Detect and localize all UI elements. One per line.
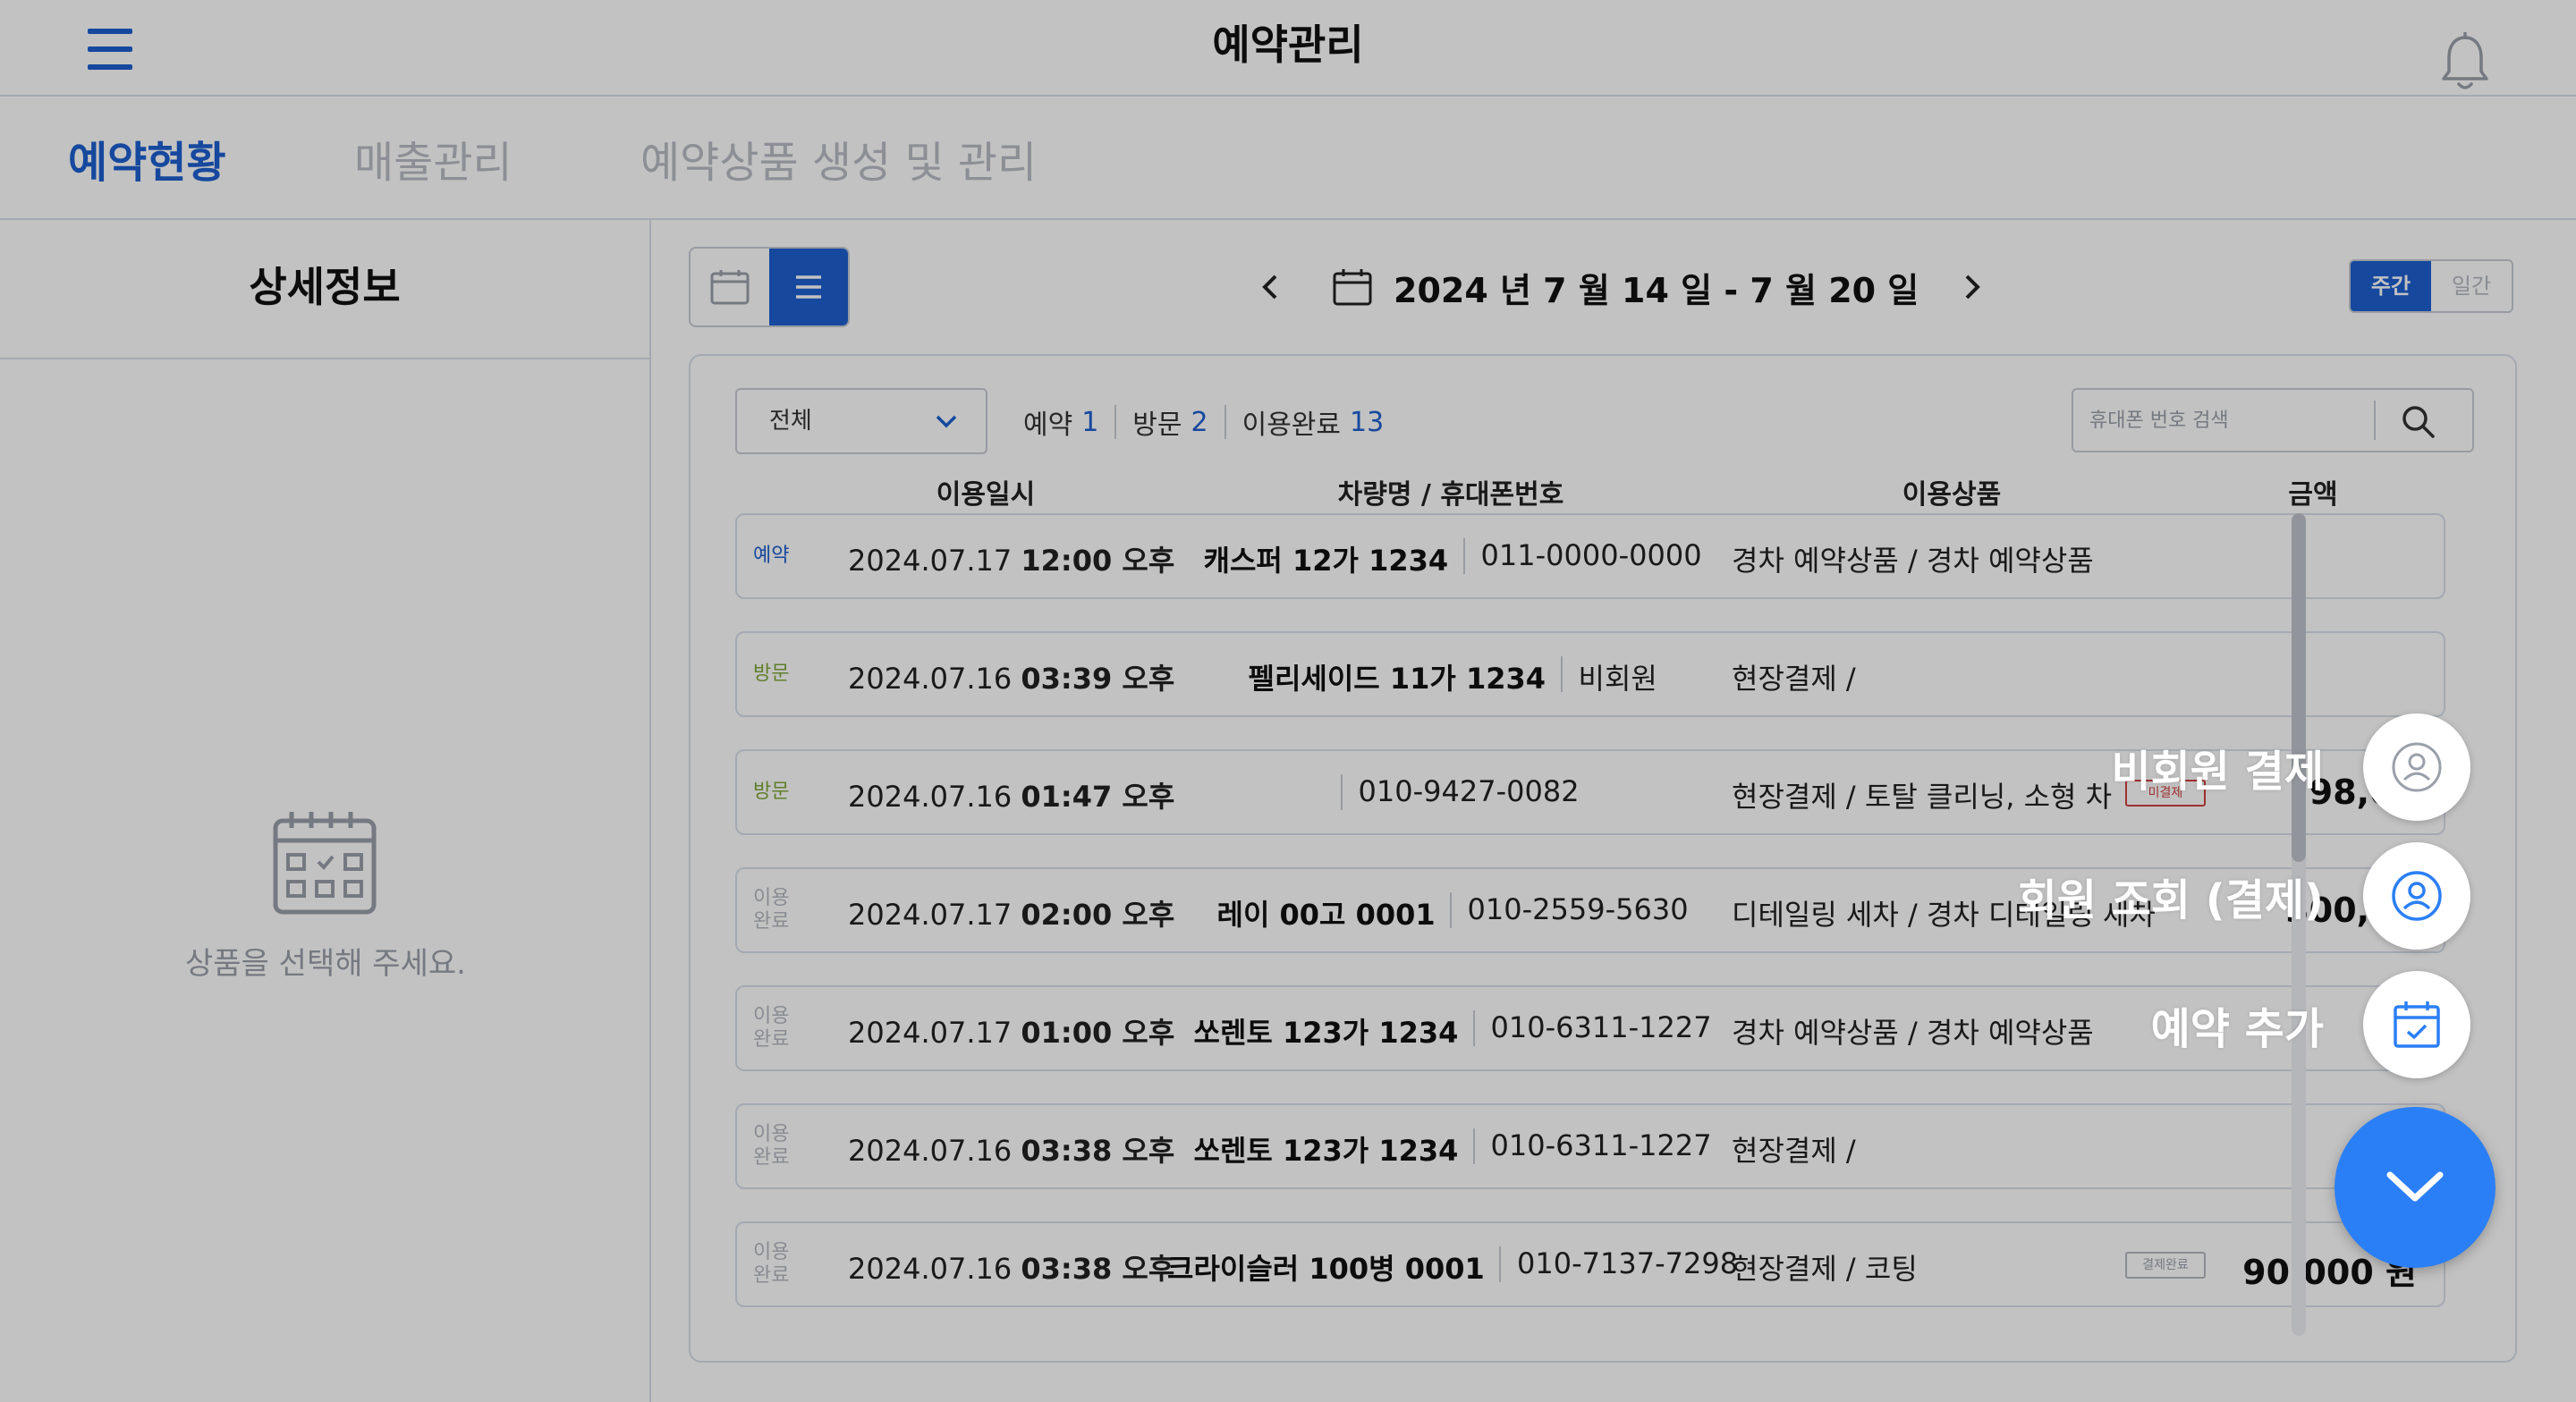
- overlay-backdrop[interactable]: [0, 0, 2576, 1402]
- fab-add-reservation-label: 예약 추가: [2150, 1004, 2324, 1054]
- fab-nonmember-payment[interactable]: 비회원 결제: [2111, 714, 2470, 821]
- fab-member-lookup[interactable]: 회원 조회 (결제): [2018, 842, 2470, 950]
- fab-add-reservation[interactable]: 예약 추가: [2151, 971, 2470, 1078]
- fab-toggle-button[interactable]: [2334, 1107, 2496, 1268]
- fab-member-lookup-button[interactable]: [2363, 842, 2470, 950]
- user-circle-icon: [2392, 871, 2442, 921]
- fab-add-reservation-button[interactable]: [2363, 971, 2470, 1078]
- chevron-down-icon: [2386, 1171, 2444, 1202]
- user-outline-icon: [2392, 742, 2442, 792]
- calendar-check-icon: [2394, 1001, 2440, 1048]
- fab-nonmember-payment-button[interactable]: [2363, 714, 2470, 821]
- fab-nonmember-payment-label: 비회원 결제: [2111, 747, 2324, 797]
- fab-member-lookup-label: 회원 조회 (결제): [2017, 875, 2324, 925]
